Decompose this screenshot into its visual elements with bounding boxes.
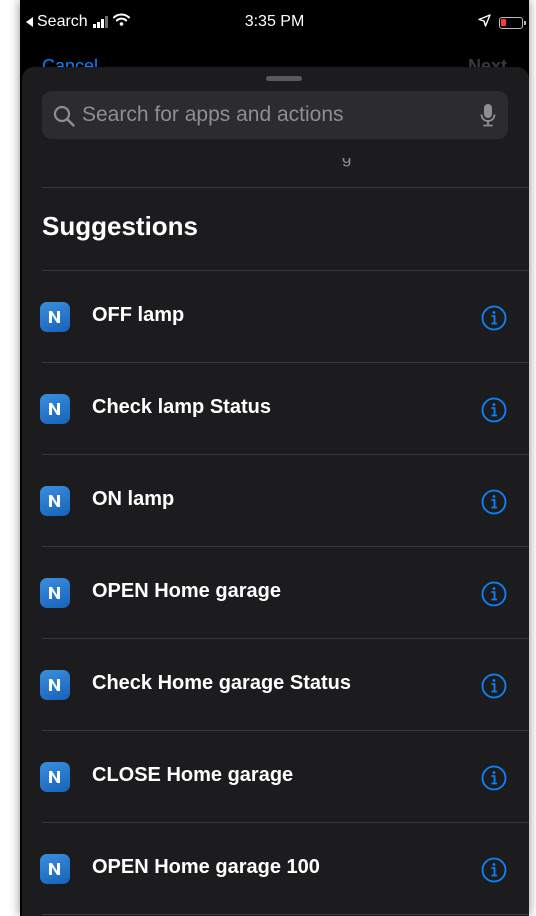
info-icon[interactable] bbox=[481, 397, 507, 428]
list-item[interactable]: CLOSE Home garage bbox=[22, 731, 529, 823]
section-title: Suggestions bbox=[42, 211, 199, 241]
battery-level bbox=[501, 19, 506, 26]
app-n-icon bbox=[40, 302, 70, 332]
suggestion-label: Check lamp Status bbox=[92, 396, 271, 418]
phone-screen: Search 3:35 PM Cancel Next Search for ap… bbox=[20, 0, 529, 916]
suggestions-list: OFF lamp Check lamp Status ON lamp OPEN … bbox=[22, 271, 529, 915]
list-item[interactable]: Check lamp Status bbox=[22, 363, 529, 455]
list-item[interactable]: ON lamp bbox=[22, 455, 529, 547]
search-icon bbox=[52, 104, 76, 133]
info-icon[interactable] bbox=[481, 765, 507, 796]
status-bar: Search 3:35 PM bbox=[20, 0, 529, 48]
info-icon[interactable] bbox=[481, 857, 507, 888]
suggestion-label: OFF lamp bbox=[92, 304, 185, 326]
list-item[interactable]: OPEN Home garage bbox=[22, 547, 529, 639]
suggestion-label: Check Home garage Status bbox=[92, 672, 351, 694]
suggestion-label: ON lamp bbox=[92, 488, 175, 510]
info-icon[interactable] bbox=[481, 305, 507, 336]
sheet-grabber-handle[interactable] bbox=[266, 76, 302, 81]
search-bar[interactable] bbox=[42, 91, 508, 139]
status-right-group bbox=[478, 14, 526, 32]
info-icon[interactable] bbox=[481, 489, 507, 520]
clipped-list-row: g bbox=[42, 158, 529, 188]
suggestion-label: OPEN Home garage bbox=[92, 580, 281, 602]
status-time: 3:35 PM bbox=[244, 13, 305, 30]
suggestion-label: CLOSE Home garage bbox=[92, 764, 294, 786]
battery-icon bbox=[499, 17, 526, 29]
list-item[interactable]: OFF lamp bbox=[22, 271, 529, 363]
app-n-icon bbox=[40, 578, 70, 608]
suggestion-label: OPEN Home garage 100 bbox=[92, 856, 320, 878]
list-item[interactable]: Check Home garage Status bbox=[22, 639, 529, 731]
clipped-row-text: g bbox=[342, 158, 351, 168]
info-icon[interactable] bbox=[481, 673, 507, 704]
info-icon[interactable] bbox=[481, 581, 507, 612]
microphone-icon[interactable] bbox=[480, 103, 496, 134]
search-input[interactable] bbox=[82, 91, 462, 139]
actions-sheet: g Suggestions OFF lamp Check lamp Status bbox=[22, 67, 529, 916]
location-arrow-icon bbox=[478, 14, 491, 32]
app-n-icon bbox=[40, 670, 70, 700]
app-n-icon bbox=[40, 854, 70, 884]
app-n-icon bbox=[40, 762, 70, 792]
list-item[interactable]: OPEN Home garage 100 bbox=[22, 823, 529, 915]
app-n-icon bbox=[40, 486, 70, 516]
app-n-icon bbox=[40, 394, 70, 424]
